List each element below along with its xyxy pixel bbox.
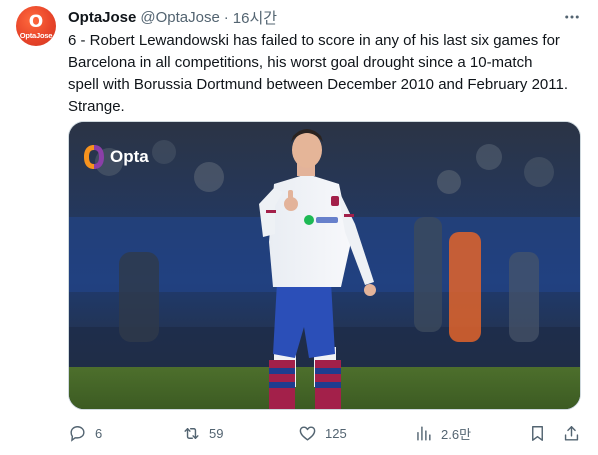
opta-watermark: Opta: [83, 144, 149, 170]
tweet-text-line: spell with Borussia Dortmund between Dec…: [68, 76, 568, 93]
more-options-button[interactable]: [561, 6, 583, 28]
opta-logo-icon: [84, 145, 104, 169]
views-count: 2.6만: [441, 426, 472, 442]
repost-button[interactable]: 59: [182, 421, 223, 445]
tweet-header: OptaJose @OptaJose · 16시간: [68, 7, 277, 27]
tweet-text: 6 - Robert Lewandowski has failed to sco…: [68, 30, 588, 118]
tweet-text-line: Strange.: [68, 98, 125, 115]
more-horizontal-icon: [565, 15, 579, 19]
like-count: 125: [325, 425, 347, 441]
author-handle[interactable]: @OptaJose: [140, 9, 219, 26]
separator-dot: ·: [223, 8, 229, 26]
tweet-text-line: 6 - Robert Lewandowski has failed to sco…: [68, 32, 560, 49]
bookmark-icon: [532, 425, 543, 441]
reply-button[interactable]: 6: [68, 421, 102, 445]
bookmark-button[interactable]: [528, 421, 547, 445]
avatar-mark: O: [28, 12, 44, 32]
views-icon: [417, 425, 431, 441]
author-name[interactable]: OptaJose: [68, 9, 136, 26]
like-button[interactable]: 125: [298, 421, 347, 445]
tweet-actions: 6 59 125 2.6만: [68, 421, 588, 445]
heart-icon: [299, 425, 316, 441]
reply-count: 6: [95, 425, 103, 441]
avatar-text: OptaJose: [19, 31, 53, 40]
reply-icon: [70, 425, 85, 442]
share-icon: [564, 425, 579, 441]
opta-watermark-text: Opta: [110, 147, 149, 166]
avatar[interactable]: O OptaJose: [16, 6, 56, 46]
tweet[interactable]: O OptaJose OptaJose @OptaJose · 16시간 6 -…: [0, 0, 598, 455]
views-button[interactable]: 2.6만: [414, 421, 471, 445]
tweet-timestamp[interactable]: 16시간: [233, 7, 277, 28]
tweet-text-line: Barcelona in all competitions, his worst…: [68, 54, 533, 71]
repost-icon: [184, 427, 199, 439]
tweet-photo[interactable]: Opta: [68, 121, 581, 410]
repost-count: 59: [209, 425, 224, 441]
share-button[interactable]: [562, 421, 581, 445]
